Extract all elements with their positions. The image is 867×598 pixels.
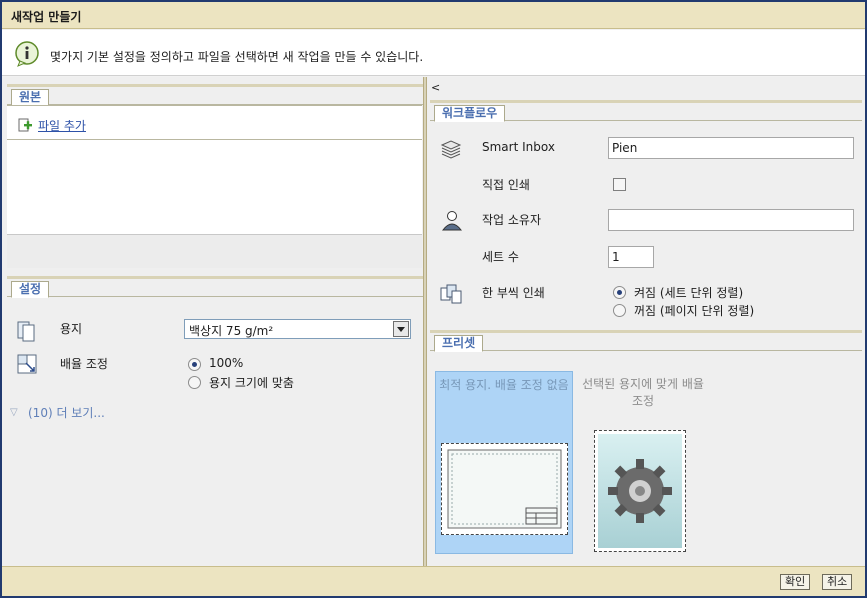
info-icon bbox=[15, 41, 39, 67]
right-pane: < 워크플로우 Smart Inbox Pien 직접 인쇄 작업 소유자 세트… bbox=[427, 77, 865, 566]
paper-icon bbox=[17, 321, 35, 342]
user-icon bbox=[441, 211, 463, 231]
original-footer bbox=[7, 234, 422, 268]
collate-on-option[interactable] bbox=[613, 286, 626, 299]
collapse-toggle[interactable]: < bbox=[431, 81, 440, 94]
original-section-header: 원본 bbox=[7, 84, 423, 106]
preset-card-caption: 최적 용지. 배율 조정 없음 bbox=[439, 378, 569, 392]
cancel-button[interactable]: 취소 bbox=[822, 574, 853, 590]
preset-card-fit-scale[interactable]: 선택된 용지에 맞게 배율 조정 bbox=[577, 371, 709, 554]
scale-option-fit[interactable] bbox=[188, 376, 201, 389]
scale-icon bbox=[17, 354, 37, 374]
collate-on-label: 켜짐 (세트 단위 정렬) bbox=[634, 286, 744, 300]
triangle-down-icon[interactable]: ▽ bbox=[10, 407, 18, 418]
preset-fit-thumbnail bbox=[594, 430, 686, 552]
presets-section-title: 프리셋 bbox=[434, 335, 484, 352]
collate-label: 한 부씩 인쇄 bbox=[482, 286, 545, 300]
preset-no-scale-thumbnail bbox=[441, 443, 568, 535]
more-settings-link[interactable]: (10) 더 보기... bbox=[28, 404, 105, 421]
sets-label: 세트 수 bbox=[482, 250, 519, 264]
ok-button[interactable]: 확인 bbox=[780, 574, 811, 590]
workflow-section-title: 워크플로우 bbox=[434, 105, 506, 122]
inbox-icon bbox=[440, 140, 462, 159]
original-section-title: 원본 bbox=[11, 89, 50, 106]
dialog-window: 새작업 만들기 몇가지 기본 설정을 정의하고 파일을 선택하면 새 작업을 만… bbox=[0, 0, 867, 598]
paper-label: 용지 bbox=[60, 322, 83, 336]
presets-section-header: 프리셋 bbox=[430, 330, 862, 352]
window-title: 새작업 만들기 bbox=[11, 10, 82, 24]
gear-icon bbox=[598, 434, 682, 548]
smart-inbox-field[interactable]: Pien bbox=[608, 137, 854, 159]
owner-label: 작업 소유자 bbox=[482, 213, 542, 227]
scale-option-100-label: 100% bbox=[209, 356, 244, 370]
add-file-icon[interactable] bbox=[18, 118, 32, 132]
owner-field[interactable] bbox=[608, 209, 854, 231]
title-bar: 새작업 만들기 bbox=[2, 2, 865, 29]
preset-card-caption: 선택된 용지에 맞게 배율 조정 bbox=[582, 377, 704, 408]
direct-print-label: 직접 인쇄 bbox=[482, 178, 530, 192]
sets-field[interactable]: 1 bbox=[608, 246, 654, 268]
paper-select-value: 백상지 75 g/m² bbox=[189, 324, 274, 338]
smart-inbox-label: Smart Inbox bbox=[482, 140, 555, 154]
settings-section-header: 설정 bbox=[7, 276, 423, 298]
info-bar: 몇가지 기본 설정을 정의하고 파일을 선택하면 새 작업을 만들 수 있습니다… bbox=[2, 30, 865, 76]
scale-label: 배율 조정 bbox=[60, 357, 108, 371]
divider bbox=[7, 139, 422, 140]
dialog-footer: 확인 취소 bbox=[2, 566, 865, 596]
scale-option-fit-label: 용지 크기에 맞춤 bbox=[209, 376, 294, 390]
collate-icon bbox=[440, 284, 462, 304]
collate-off-option[interactable] bbox=[613, 304, 626, 317]
info-message: 몇가지 기본 설정을 정의하고 파일을 선택하면 새 작업을 만들 수 있습니다… bbox=[50, 50, 424, 64]
paper-select[interactable]: 백상지 75 g/m² bbox=[184, 319, 411, 339]
settings-section-title: 설정 bbox=[11, 281, 50, 298]
preset-card-best-paper[interactable]: 최적 용지. 배율 조정 없음 bbox=[435, 371, 573, 554]
workflow-section-header: 워크플로우 bbox=[430, 100, 862, 122]
sheet-icon bbox=[447, 449, 562, 529]
collate-off-label: 꺼짐 (페이지 단위 정렬) bbox=[634, 304, 755, 318]
direct-print-checkbox[interactable] bbox=[613, 178, 626, 191]
scale-option-100[interactable] bbox=[188, 358, 201, 371]
left-pane: 원본 파일 추가 설정 용지 백상지 75 g/m² 배율 조정 100% 용지… bbox=[2, 77, 423, 566]
add-file-link[interactable]: 파일 추가 bbox=[38, 117, 86, 134]
chevron-down-icon[interactable] bbox=[393, 321, 409, 337]
